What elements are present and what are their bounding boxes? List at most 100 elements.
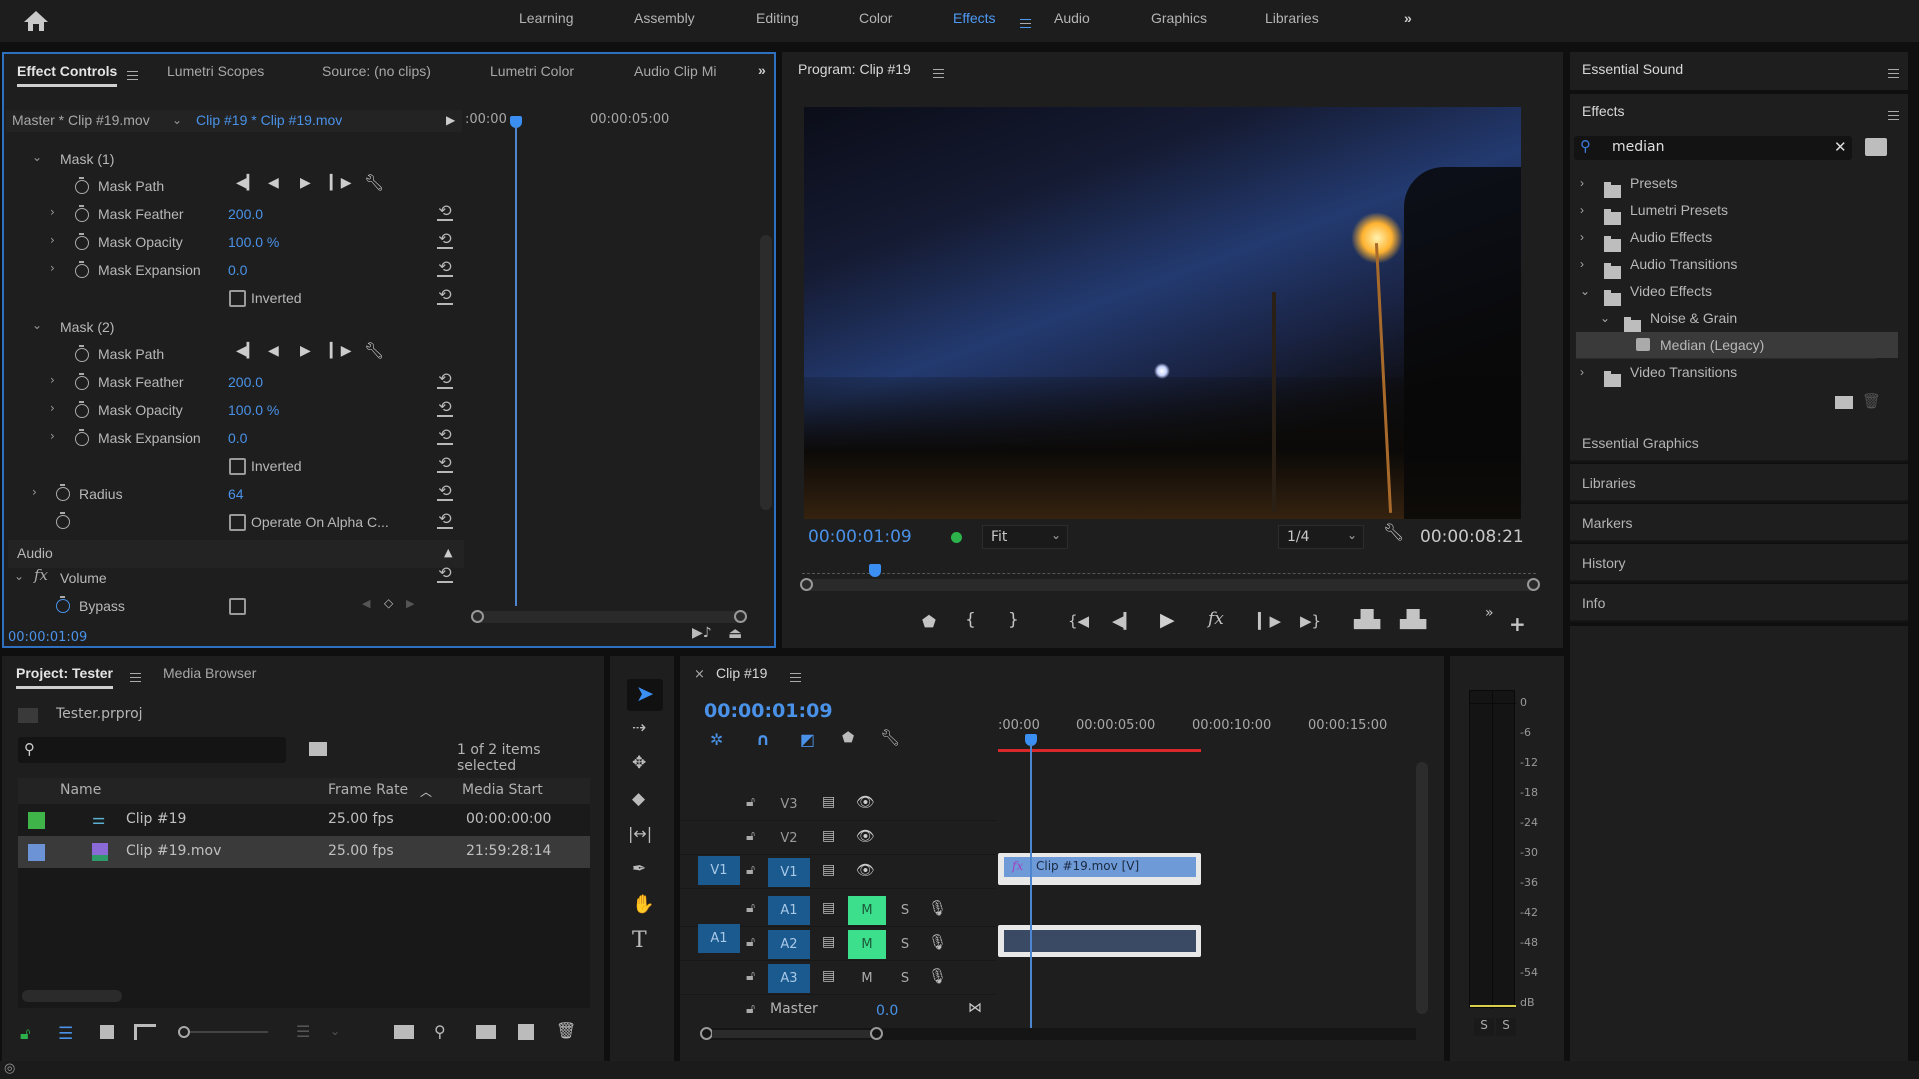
project-row-selected[interactable]: Clip #19.mov 25.00 fps 21:59:28:14 [18,836,590,868]
reset-icon[interactable]: ⟲ [436,287,454,305]
next-keyframe-icon[interactable]: ▶ [406,597,414,610]
extract-icon[interactable]: ▟▙ [1400,610,1426,630]
sync-lock-icon[interactable]: ▤ [822,900,835,916]
add-marker-icon[interactable]: ⬟ [842,730,854,746]
lift-icon[interactable]: ▟▙ [1354,610,1380,630]
program-menu-icon[interactable] [933,69,944,78]
mute-button[interactable]: M [848,930,886,959]
timeline-horizontal-scrollbar[interactable] [700,1027,1416,1040]
timeline-track-area[interactable]: :00:00 00:00:05:00 00:00:10:00 00:00:15:… [996,700,1428,1030]
lock-icon[interactable]: 🔓︎ [746,794,755,810]
program-title[interactable]: Program: Clip #19 [798,61,911,77]
wrench-icon[interactable]: 🔧︎ [364,341,384,360]
project-search-input[interactable]: ⚲ [18,737,286,763]
tab-audio-clip-mixer[interactable]: Audio Clip Mi [634,63,716,79]
freeform-view-icon[interactable] [134,1024,156,1040]
expand-chevron-icon[interactable]: › [1580,197,1584,223]
slip-tool-icon[interactable]: |↔| [628,824,652,843]
panel-menu-icon[interactable] [1888,69,1899,78]
mask-feather-value[interactable]: 200.0 [228,206,263,222]
source-patch-v1[interactable]: V1 [698,856,740,885]
tab-lumetri-scopes[interactable]: Lumetri Scopes [167,63,264,79]
workspace-libraries[interactable]: Libraries [1265,10,1319,26]
list-view-icon[interactable]: ☰ [58,1024,73,1044]
add-marker-icon[interactable]: ⬟ [922,612,936,631]
stopwatch-icon[interactable] [75,261,89,278]
effects-tree-item[interactable]: › Video Transitions [1576,359,1898,387]
effects-title[interactable]: Effects [1582,103,1625,119]
mask-opacity-value[interactable]: 100.0 % [228,402,279,418]
collapse-chevron-icon[interactable]: ⌄ [1600,305,1610,331]
track-target-v2[interactable]: V2 [768,824,810,853]
scroll-handle-right[interactable] [870,1027,883,1040]
stopwatch-icon[interactable] [75,177,89,194]
expand-chevron-icon[interactable]: › [50,429,55,443]
vertical-scrollbar[interactable] [760,235,772,510]
add-keyframe-icon[interactable]: ◇ [384,596,393,610]
panel-menu-icon[interactable] [130,673,141,682]
sync-lock-icon[interactable]: ▤ [822,828,835,844]
zoom-slider-handle[interactable] [178,1026,190,1038]
panel-overflow-icon[interactable]: » [758,62,766,78]
timeline-timecode[interactable]: 00:00:01:09 [704,700,833,722]
essential-sound-title[interactable]: Essential Sound [1582,61,1683,77]
eye-icon[interactable]: 👁︎ [856,827,875,845]
stopwatch-icon[interactable] [56,512,70,529]
solo-button[interactable]: S [892,964,918,993]
collapse-chevron-icon[interactable]: ⌄ [32,150,42,164]
parent-folder-icon[interactable] [18,708,38,723]
project-horizontal-scrollbar[interactable] [22,990,122,1002]
mask-feather-value[interactable]: 200.0 [228,374,263,390]
linked-selection-icon[interactable]: ◩ [800,730,815,749]
track-forward-all-icon[interactable]: ▎▶ [330,343,352,359]
sequence-tab[interactable]: Clip #19 [716,665,767,681]
stopwatch-icon[interactable] [75,205,89,222]
inverted-checkbox[interactable] [229,290,246,307]
scroll-handle-right[interactable] [734,610,747,623]
sync-lock-icon[interactable]: ▤ [822,968,835,984]
sequence-clip-label[interactable]: Clip #19 * Clip #19.mov [196,112,342,128]
track-backward-all-icon[interactable]: ◀▎ [236,175,258,191]
workspace-overflow-button[interactable]: » [1404,10,1412,26]
selection-tool-icon[interactable]: ➤ [627,679,663,711]
mark-out-icon[interactable]: } [1008,610,1019,630]
expand-timeline-icon[interactable]: ▶ [446,113,455,127]
track-target-a2[interactable]: A2 [768,930,810,959]
sync-lock-icon[interactable]: ▤ [822,934,835,950]
workspace-editing[interactable]: Editing [756,10,799,26]
video-clip[interactable]: fx Clip #19.mov [V] [998,853,1201,885]
track-backward-icon[interactable]: ◀ [268,343,279,359]
home-icon[interactable] [22,9,50,33]
project-row[interactable]: ⚌ Clip #19 25.00 fps 00:00:00:00 [18,804,590,836]
expand-chevron-icon[interactable]: › [50,401,55,415]
solo-button[interactable]: S [892,930,918,959]
workspace-menu-icon[interactable] [1020,19,1031,28]
label-color-swatch[interactable] [28,812,45,829]
stopwatch-icon[interactable] [75,233,89,250]
reset-icon[interactable]: ⟲ [436,231,454,249]
reset-icon[interactable]: ⟲ [436,371,454,389]
reset-icon[interactable]: ⟲ [436,565,454,583]
reset-icon[interactable]: ⟲ [436,511,454,529]
track-target-a1[interactable]: A1 [768,896,810,925]
lock-icon[interactable]: 🔓︎ [746,968,755,984]
fx-icon[interactable]: fx [1208,609,1224,629]
sort-icon[interactable]: ☰ [296,1022,310,1041]
panel-libraries[interactable]: Libraries [1570,464,1908,502]
mask-expansion-value[interactable]: 0.0 [228,430,247,446]
wrench-icon[interactable]: 🔧︎ [364,173,384,192]
reset-icon[interactable]: ⟲ [436,427,454,445]
collapse-chevron-icon[interactable]: ⌄ [32,318,42,332]
sync-lock-icon[interactable]: ▤ [822,794,835,810]
effects-tree-item[interactable]: ⌄ Noise & Grain [1576,305,1898,333]
effects-tree-item[interactable]: › Presets [1576,170,1898,198]
expand-chevron-icon[interactable]: › [50,261,55,275]
tab-lumetri-color[interactable]: Lumetri Color [490,63,574,79]
stopwatch-icon[interactable] [75,429,89,446]
microphone-icon[interactable]: 🎙︎ [928,899,947,917]
workspace-assembly[interactable]: Assembly [634,10,695,26]
collapse-chevron-icon[interactable]: ⌄ [1580,278,1590,304]
stopwatch-icon[interactable] [75,401,89,418]
ripple-edit-tool-icon[interactable]: ✥ [632,753,646,773]
fit-dropdown[interactable]: Fit ⌄ [982,525,1068,549]
